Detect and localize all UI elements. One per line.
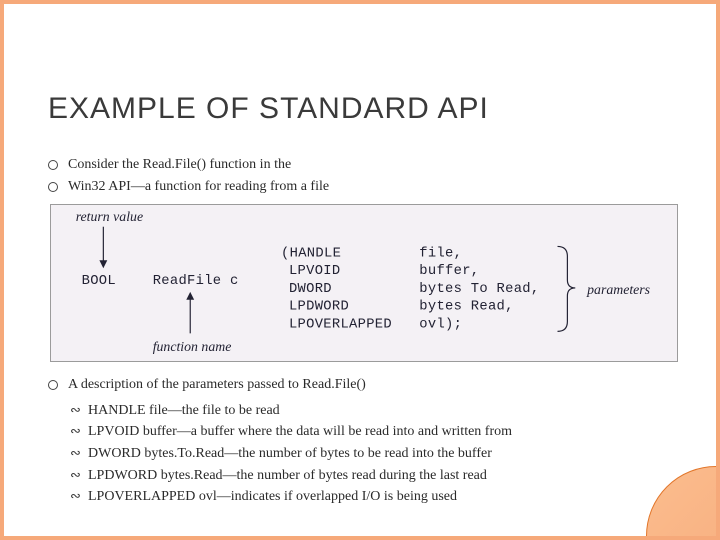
parameter-description: A description of the parameters passed t… bbox=[48, 374, 512, 508]
bullet-text: Consider the Read.File() function in the bbox=[68, 154, 291, 176]
sub-bullet-text: HANDLE file—the file to be read bbox=[88, 400, 280, 422]
list-item: ∾ LPVOID buffer—a buffer where the data … bbox=[70, 421, 512, 443]
param-name: file, bbox=[419, 245, 462, 261]
param-name: buffer, bbox=[419, 263, 479, 279]
sub-bullet-text: LPVOID buffer—a buffer where the data wi… bbox=[88, 421, 512, 443]
param-type: DWORD bbox=[289, 281, 332, 297]
list-item: Consider the Read.File() function in the bbox=[48, 154, 329, 176]
param-name: bytes Read, bbox=[419, 299, 513, 315]
decorative-circle bbox=[646, 466, 720, 540]
arrow-head-icon bbox=[186, 292, 194, 300]
intro-bullets: Consider the Read.File() function in the… bbox=[48, 154, 329, 197]
list-item: ∾ LPDWORD bytes.Read—the number of bytes… bbox=[70, 465, 512, 487]
bullet-icon bbox=[48, 160, 58, 170]
return-type: BOOL bbox=[82, 273, 116, 289]
page-title: EXAMPLE OF STANDARD API bbox=[48, 92, 489, 126]
sub-bullet-icon: ∾ bbox=[70, 443, 84, 463]
list-item: A description of the parameters passed t… bbox=[48, 374, 512, 396]
bullet-icon bbox=[48, 380, 58, 390]
api-signature-diagram: return value BOOL ReadFile c function na… bbox=[50, 204, 678, 362]
sub-bullet-icon: ∾ bbox=[70, 465, 84, 485]
brace-icon bbox=[558, 246, 576, 331]
param-type: LPOVERLAPPED bbox=[289, 316, 392, 332]
bullet-text: Win32 API—a function for reading from a … bbox=[68, 176, 329, 198]
bullet-text: A description of the parameters passed t… bbox=[68, 374, 366, 396]
list-item: ∾ HANDLE file—the file to be read bbox=[70, 400, 512, 422]
return-value-label: return value bbox=[76, 209, 143, 224]
param-type: LPDWORD bbox=[289, 299, 349, 315]
param-name: ovl); bbox=[419, 316, 462, 332]
sub-bullet-text: LPOVERLAPPED ovl—indicates if overlapped… bbox=[88, 486, 457, 508]
param-name: bytes To Read, bbox=[419, 281, 539, 297]
list-item: ∾ LPOVERLAPPED ovl—indicates if overlapp… bbox=[70, 486, 512, 508]
sub-bullet-text: LPDWORD bytes.Read—the number of bytes r… bbox=[88, 465, 487, 487]
function-name-label: function name bbox=[153, 339, 232, 354]
function-name: ReadFile c bbox=[153, 273, 239, 289]
sub-bullet-icon: ∾ bbox=[70, 400, 84, 420]
slide: EXAMPLE OF STANDARD API Consider the Rea… bbox=[0, 0, 720, 540]
param-type: (HANDLE bbox=[281, 245, 341, 261]
sub-bullet-list: ∾ HANDLE file—the file to be read ∾ LPVO… bbox=[70, 400, 512, 508]
param-type: LPVOID bbox=[289, 263, 341, 279]
sub-bullet-icon: ∾ bbox=[70, 486, 84, 506]
bullet-icon bbox=[48, 182, 58, 192]
sub-bullet-text: DWORD bytes.To.Read—the number of bytes … bbox=[88, 443, 492, 465]
parameters-label: parameters bbox=[586, 282, 650, 297]
sub-bullet-icon: ∾ bbox=[70, 421, 84, 441]
list-item: ∾ DWORD bytes.To.Read—the number of byte… bbox=[70, 443, 512, 465]
arrow-head-icon bbox=[99, 260, 107, 268]
list-item: Win32 API—a function for reading from a … bbox=[48, 176, 329, 198]
